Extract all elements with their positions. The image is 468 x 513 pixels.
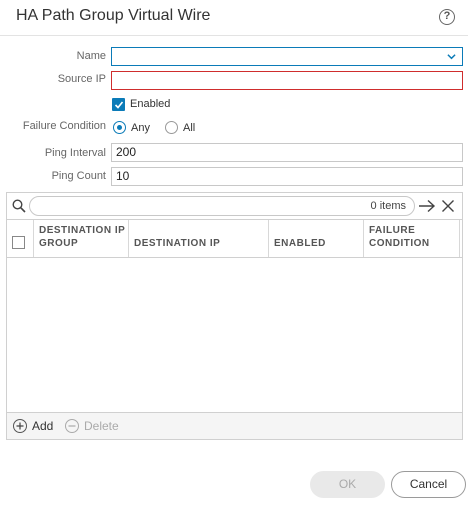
grid-header: DESTINATION IP GROUP DESTINATION IP ENAB… <box>7 220 462 258</box>
dialog-title: HA Path Group Virtual Wire <box>16 7 211 24</box>
select-all-column <box>7 220 34 257</box>
radio-any-label: Any <box>131 122 150 134</box>
chevron-down-icon[interactable] <box>447 52 456 61</box>
ping-interval-field[interactable]: 200 <box>111 143 463 162</box>
ping-interval-label: Ping Interval <box>44 147 106 159</box>
dialog-header: HA Path Group Virtual Wire ? <box>0 0 468 36</box>
radio-all-label: All <box>183 122 196 134</box>
enabled-label: Enabled <box>130 98 171 110</box>
help-icon[interactable]: ? <box>439 9 455 25</box>
column-destination-ip-group-line1: DESTINATION IP <box>39 225 126 236</box>
plus-icon <box>13 419 27 433</box>
column-destination-ip-group[interactable]: DESTINATION IP GROUP <box>34 220 129 257</box>
column-failure-condition-line1: FAILURE <box>369 225 416 236</box>
column-failure-condition[interactable]: FAILURE CONDITION <box>364 220 460 257</box>
grid-footer: Add Delete <box>7 412 462 439</box>
check-icon <box>114 101 124 109</box>
column-enabled[interactable]: ENABLED <box>269 220 364 257</box>
search-icon <box>12 199 26 213</box>
ok-button[interactable]: OK <box>310 471 385 498</box>
items-count: 0 items <box>370 200 406 212</box>
delete-button[interactable]: Delete <box>65 418 135 436</box>
grid-body <box>7 258 462 412</box>
cancel-button[interactable]: Cancel <box>391 471 466 498</box>
search-input[interactable]: 0 items <box>29 196 415 216</box>
column-destination-ip-label: DESTINATION IP <box>134 238 221 249</box>
radio-any[interactable] <box>113 121 126 134</box>
ping-count-value: 10 <box>116 169 130 183</box>
source-ip-field[interactable] <box>111 71 463 90</box>
close-icon[interactable] <box>441 199 455 213</box>
column-failure-condition-line2: CONDITION <box>369 238 430 249</box>
ping-count-field[interactable]: 10 <box>111 167 463 186</box>
destination-grid: 0 items DESTINATION IP GROUP DESTINATION… <box>6 192 463 440</box>
add-label: Add <box>32 419 54 433</box>
name-label: Name <box>76 50 106 62</box>
column-enabled-label: ENABLED <box>274 238 326 249</box>
add-button[interactable]: Add <box>13 418 63 436</box>
enabled-checkbox[interactable] <box>112 98 125 111</box>
delete-label: Delete <box>84 419 119 433</box>
source-ip-label: Source IP <box>57 73 106 85</box>
arrow-right-icon[interactable] <box>418 199 436 213</box>
column-destination-ip-group-line2: GROUP <box>39 238 79 249</box>
column-destination-ip[interactable]: DESTINATION IP <box>129 220 269 257</box>
failure-condition-label: Failure Condition <box>22 120 106 132</box>
ping-count-label: Ping Count <box>51 170 106 182</box>
ping-interval-value: 200 <box>116 145 137 159</box>
radio-all[interactable] <box>165 121 178 134</box>
grid-toolbar: 0 items <box>7 193 462 220</box>
select-all-checkbox[interactable] <box>12 236 25 249</box>
minus-icon <box>65 419 79 433</box>
name-field[interactable] <box>111 47 463 66</box>
